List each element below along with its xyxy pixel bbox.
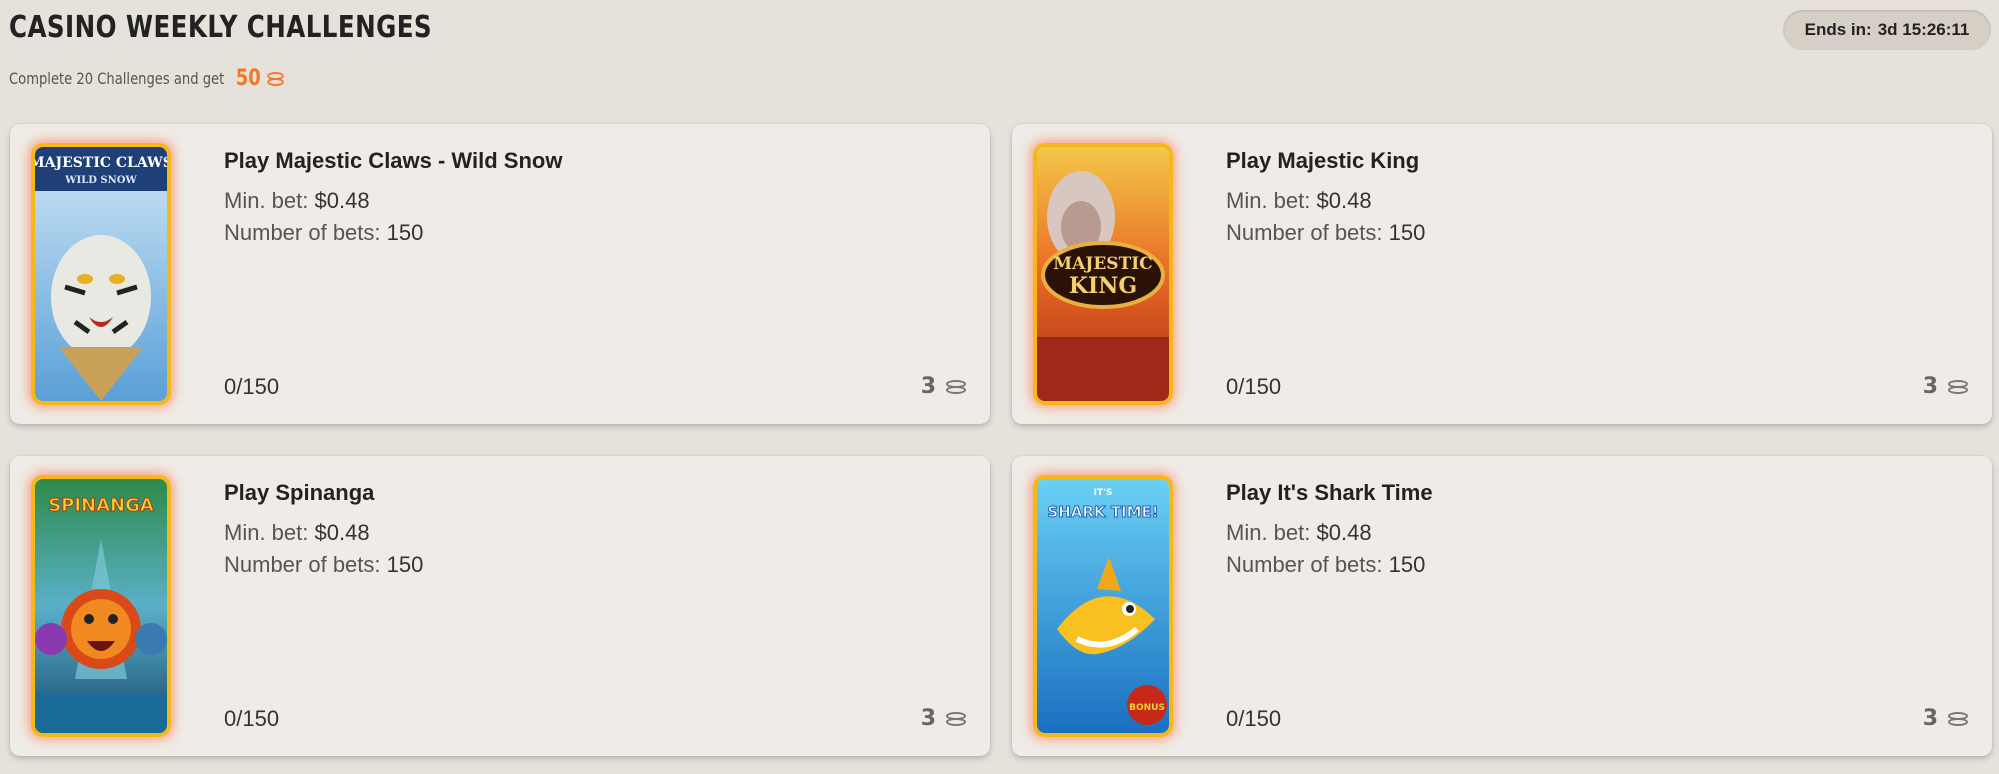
- challenge-reward: 3: [921, 706, 968, 731]
- number-of-bets-value: 150: [1388, 220, 1426, 245]
- svg-text:KING: KING: [1069, 273, 1137, 299]
- challenge-title: Play Spinanga: [224, 480, 375, 505]
- challenge-reward: 3: [1923, 706, 1970, 731]
- number-of-bets-row: Number of bets: 150: [1226, 220, 1425, 246]
- min-bet-value: $0.48: [1316, 188, 1372, 213]
- min-bet-label: Min. bet:: [1226, 188, 1311, 213]
- challenge-reward: 3: [921, 374, 968, 399]
- countdown-badge: Ends in: 3d 15:26:11: [1783, 10, 1991, 50]
- challenge-progress: 0/150: [1226, 706, 1282, 731]
- number-of-bets-label: Number of bets:: [224, 552, 381, 577]
- min-bet-value: $0.48: [1316, 520, 1372, 545]
- reward-amount: 3: [1922, 374, 1938, 399]
- challenge-card[interactable]: MAJESTIC KING Play Majestic King Min. be…: [1012, 124, 1992, 424]
- game-thumbnail[interactable]: MAJESTIC KING: [1033, 143, 1173, 405]
- min-bet-row: Min. bet: $0.48: [1226, 188, 1372, 214]
- svg-text:WILD SNOW: WILD SNOW: [64, 175, 137, 186]
- number-of-bets-row: Number of bets: 150: [224, 552, 423, 578]
- number-of-bets-value: 150: [386, 552, 424, 577]
- number-of-bets-label: Number of bets:: [1226, 552, 1383, 577]
- challenge-card[interactable]: BONUS IT'S SHARK TIME! Play It's Shark T…: [1012, 456, 1992, 756]
- coins-icon: [1946, 710, 1970, 728]
- game-thumbnail[interactable]: SPINANGA: [31, 475, 171, 737]
- game-thumbnail[interactable]: MAJESTIC CLAWS WILD SNOW: [31, 143, 171, 405]
- challenge-subtitle: Complete 20 Challenges and get 50: [9, 66, 285, 91]
- svg-text:IT'S: IT'S: [1094, 488, 1113, 498]
- challenge-title: Play It's Shark Time: [1226, 480, 1433, 505]
- reward-amount: 3: [920, 374, 936, 399]
- countdown-label: Ends in:: [1804, 20, 1872, 39]
- number-of-bets-value: 150: [386, 220, 424, 245]
- min-bet-row: Min. bet: $0.48: [1226, 520, 1372, 546]
- total-reward-amount: 50: [235, 66, 261, 91]
- min-bet-label: Min. bet:: [1226, 520, 1311, 545]
- number-of-bets-row: Number of bets: 150: [224, 220, 423, 246]
- game-thumbnail[interactable]: BONUS IT'S SHARK TIME!: [1033, 475, 1173, 737]
- reward-amount: 3: [1922, 706, 1938, 731]
- min-bet-value: $0.48: [314, 520, 370, 545]
- svg-text:MAJESTIC CLAWS: MAJESTIC CLAWS: [35, 155, 167, 171]
- coins-icon: [1946, 378, 1970, 396]
- svg-text:SHARK TIME!: SHARK TIME!: [1047, 503, 1158, 521]
- number-of-bets-row: Number of bets: 150: [1226, 552, 1425, 578]
- challenge-title: Play Majestic Claws - Wild Snow: [224, 148, 563, 173]
- challenge-progress: 0/150: [224, 706, 280, 731]
- subtitle-text: Complete 20 Challenges and get: [9, 69, 225, 88]
- number-of-bets-label: Number of bets:: [224, 220, 381, 245]
- page-title: CASINO WEEKLY CHALLENGES: [9, 10, 433, 45]
- coins-icon: [944, 378, 968, 396]
- coins-icon: [266, 70, 286, 88]
- challenge-reward: 3: [1923, 374, 1970, 399]
- challenge-title: Play Majestic King: [1226, 148, 1420, 173]
- challenge-card[interactable]: SPINANGA Play Spinanga Min. bet: $0.48 N…: [10, 456, 990, 756]
- min-bet-row: Min. bet: $0.48: [224, 188, 370, 214]
- svg-text:BONUS: BONUS: [1129, 703, 1165, 713]
- number-of-bets-label: Number of bets:: [1226, 220, 1383, 245]
- coins-icon: [944, 710, 968, 728]
- min-bet-value: $0.48: [314, 188, 370, 213]
- min-bet-label: Min. bet:: [224, 520, 309, 545]
- svg-text:MAJESTIC: MAJESTIC: [1053, 254, 1152, 274]
- challenge-progress: 0/150: [1226, 374, 1282, 399]
- min-bet-label: Min. bet:: [224, 188, 309, 213]
- min-bet-row: Min. bet: $0.48: [224, 520, 370, 546]
- challenge-progress: 0/150: [224, 374, 280, 399]
- reward-amount: 3: [920, 706, 936, 731]
- svg-text:SPINANGA: SPINANGA: [48, 495, 154, 516]
- countdown-value: 3d 15:26:11: [1877, 20, 1970, 39]
- number-of-bets-value: 150: [1388, 552, 1426, 577]
- challenge-card[interactable]: MAJESTIC CLAWS WILD SNOW Play Majestic C…: [10, 124, 990, 424]
